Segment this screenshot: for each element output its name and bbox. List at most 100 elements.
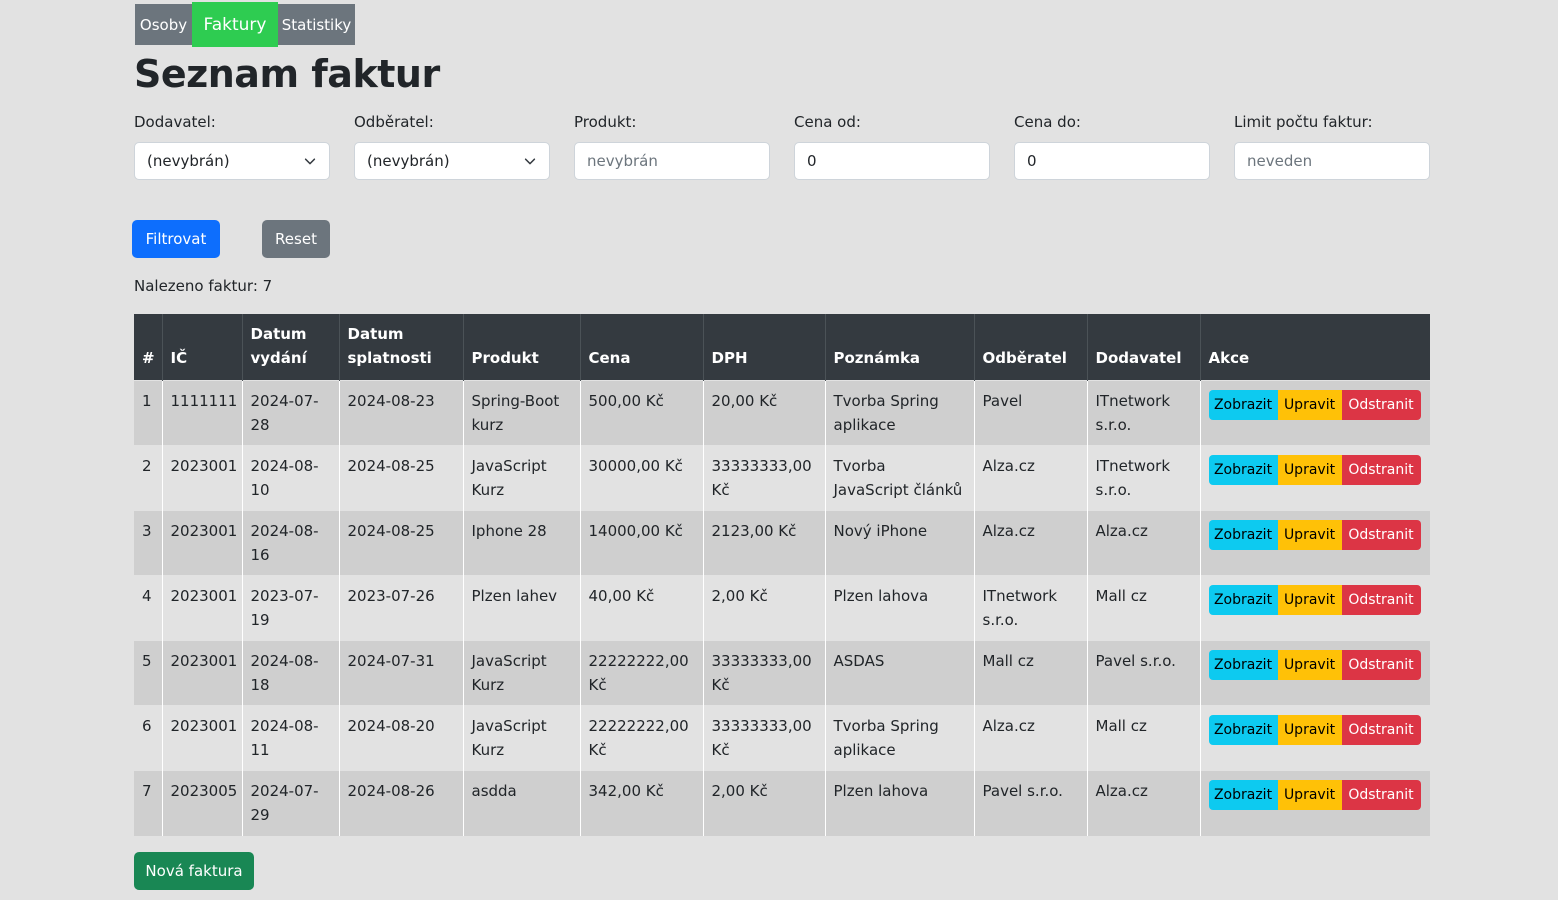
cell-product: Spring-Boot kurz [463,380,581,446]
cell-due: 2024-07-31 [339,640,464,706]
cell-product: Iphone 28 [463,510,581,576]
cell-actions: Zobrazit Upravit Odstranit [1200,380,1430,446]
product-input[interactable] [574,142,770,180]
show-button[interactable]: Zobrazit [1208,390,1278,420]
edit-button[interactable]: Upravit [1277,585,1342,615]
delete-button[interactable]: Odstranit [1341,780,1421,810]
cell-ic: 2023005 [162,770,243,836]
cell-supplier: Pavel s.r.o. [1087,640,1201,706]
cell-num: 5 [134,640,163,706]
nav-item-faktury[interactable]: Faktury [192,2,278,47]
table-row: 6 2023001 2024-08-11 2024-08-20 JavaScript K… [134,705,1430,771]
invoice-table: # IČ Datum vydání Datum splatnosti Produ… [134,314,1430,836]
cell-issued: 2024-08-10 [242,445,340,511]
cell-due: 2024-08-26 [339,770,464,836]
cell-num: 2 [134,445,163,511]
show-button[interactable]: Zobrazit [1208,650,1278,680]
product-label: Produkt: [574,113,637,131]
row-actions: Zobrazit Upravit Odstranit [1208,520,1423,550]
col-header-price: Cena [580,314,704,381]
edit-button[interactable]: Upravit [1277,390,1342,420]
col-header-product: Produkt [463,314,581,381]
supplier-select-value: (nevybrán) [147,152,230,170]
supplier-select[interactable]: (nevybrán) [134,142,330,180]
delete-button[interactable]: Odstranit [1341,650,1421,680]
cell-vat: 2,00 Kč [703,575,826,641]
show-button[interactable]: Zobrazit [1208,455,1278,485]
cell-vat: 20,00 Kč [703,380,826,446]
col-header-vat: DPH [703,314,826,381]
cell-issued: 2024-07-28 [242,380,340,446]
edit-button[interactable]: Upravit [1277,650,1342,680]
col-header-issued: Datum vydání [242,314,340,381]
nav-item-statistiky[interactable]: Statistiky [278,4,355,45]
new-invoice-button[interactable]: Nová faktura [134,852,254,890]
cell-supplier: ITnetwork s.r.o. [1087,380,1201,446]
buyer-select[interactable]: (nevybrán) [354,142,550,180]
cell-vat: 33333333,00 Kč [703,445,826,511]
cell-supplier: Alza.cz [1087,770,1201,836]
top-nav: Osoby Faktury Statistiky [135,2,355,47]
cell-price: 22222222,00 Kč [580,705,704,771]
delete-button[interactable]: Odstranit [1341,390,1421,420]
cell-buyer: Alza.cz [974,705,1088,771]
cell-price: 22222222,00 Kč [580,640,704,706]
price-from-label: Cena od: [794,113,861,131]
cell-supplier: Mall cz [1087,575,1201,641]
cell-num: 4 [134,575,163,641]
buyer-select-value: (nevybrán) [367,152,450,170]
show-button[interactable]: Zobrazit [1208,585,1278,615]
delete-button[interactable]: Odstranit [1341,520,1421,550]
edit-button[interactable]: Upravit [1277,715,1342,745]
cell-vat: 33333333,00 Kč [703,705,826,771]
col-header-supplier: Dodavatel [1087,314,1201,381]
cell-vat: 2123,00 Kč [703,510,826,576]
delete-button[interactable]: Odstranit [1341,455,1421,485]
buyer-label: Odběratel: [354,113,434,131]
delete-button[interactable]: Odstranit [1341,715,1421,745]
filter-button[interactable]: Filtrovat [132,220,220,258]
price-to-label: Cena do: [1014,113,1081,131]
cell-num: 7 [134,770,163,836]
edit-button[interactable]: Upravit [1277,780,1342,810]
nav-item-osoby[interactable]: Osoby [135,4,192,45]
row-actions: Zobrazit Upravit Odstranit [1208,650,1423,680]
cell-due: 2024-08-25 [339,445,464,511]
cell-due: 2024-08-23 [339,380,464,446]
cell-actions: Zobrazit Upravit Odstranit [1200,445,1430,511]
table-row: 7 2023005 2024-07-29 2024-08-26 asdda 342,00 … [134,770,1430,836]
cell-due: 2023-07-26 [339,575,464,641]
cell-supplier: Mall cz [1087,705,1201,771]
cell-product: asdda [463,770,581,836]
cell-num: 6 [134,705,163,771]
page-title: Seznam faktur [134,52,440,96]
cell-note: Plzen lahova [825,770,975,836]
row-actions: Zobrazit Upravit Odstranit [1208,390,1423,420]
show-button[interactable]: Zobrazit [1208,520,1278,550]
show-button[interactable]: Zobrazit [1208,715,1278,745]
delete-button[interactable]: Odstranit [1341,585,1421,615]
limit-label: Limit počtu faktur: [1234,113,1373,131]
col-header-ic: IČ [162,314,243,381]
price-to-input[interactable] [1014,142,1210,180]
cell-actions: Zobrazit Upravit Odstranit [1200,770,1430,836]
chevron-down-icon [524,158,536,165]
row-actions: Zobrazit Upravit Odstranit [1208,715,1423,745]
cell-vat: 2,00 Kč [703,770,826,836]
table-row: 3 2023001 2024-08-16 2024-08-25 Iphone 28 140… [134,510,1430,576]
cell-product: JavaScript Kurz [463,640,581,706]
price-from-input[interactable] [794,142,990,180]
cell-price: 14000,00 Kč [580,510,704,576]
show-button[interactable]: Zobrazit [1208,780,1278,810]
cell-note: Tvorba Spring aplikace [825,705,975,771]
cell-ic: 1111111 [162,380,243,446]
supplier-label: Dodavatel: [134,113,216,131]
row-actions: Zobrazit Upravit Odstranit [1208,780,1423,810]
limit-input[interactable] [1234,142,1430,180]
edit-button[interactable]: Upravit [1277,455,1342,485]
cell-buyer: Pavel s.r.o. [974,770,1088,836]
edit-button[interactable]: Upravit [1277,520,1342,550]
cell-product: JavaScript Kurz [463,705,581,771]
reset-button[interactable]: Reset [262,220,330,258]
cell-note: Tvorba JavaScript článků [825,445,975,511]
